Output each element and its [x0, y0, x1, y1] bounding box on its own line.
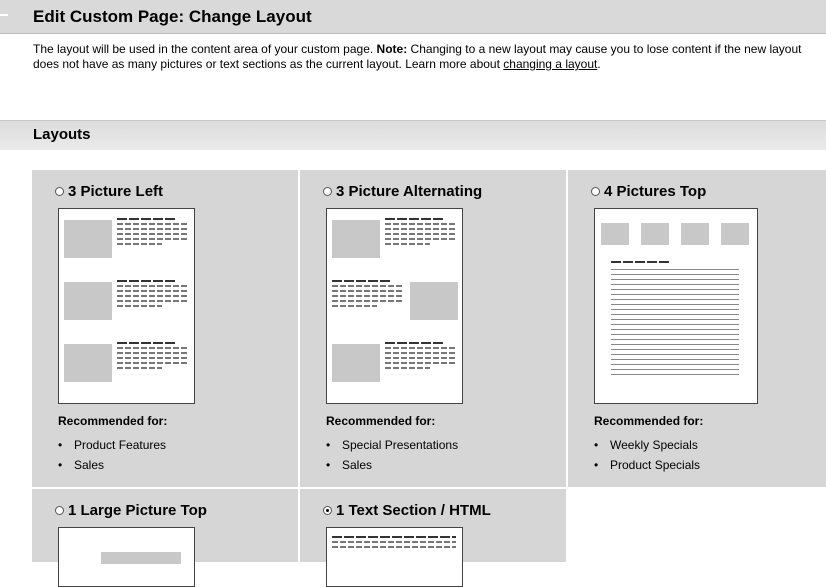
picture-placeholder — [641, 223, 669, 245]
picture-placeholder — [410, 282, 458, 320]
layout-card-3-picture-alternating[interactable]: 3 Picture Alternating Recommended for: S… — [300, 170, 566, 487]
picture-placeholder — [332, 344, 380, 382]
layout-option[interactable]: 1 Text Section / HTML — [323, 502, 491, 519]
radio-button[interactable] — [591, 187, 600, 196]
layout-option-label: 3 Picture Alternating — [336, 183, 483, 200]
radio-button[interactable] — [55, 506, 64, 515]
layout-option-label: 3 Picture Left — [68, 183, 164, 200]
intro-text-before: The layout will be used in the content a… — [33, 42, 377, 56]
radio-button[interactable] — [323, 187, 332, 196]
picture-placeholder — [101, 552, 181, 564]
changing-layout-link[interactable]: changing a layout — [503, 57, 597, 71]
text-placeholder — [611, 269, 739, 379]
layout-card-1-text-section-html[interactable]: 1 Text Section / HTML — [300, 489, 566, 587]
collapse-icon[interactable] — [0, 14, 8, 16]
text-placeholder — [332, 280, 404, 310]
radio-button[interactable] — [55, 187, 64, 196]
layouts-section-title: Layouts — [33, 126, 91, 143]
text-placeholder-heading — [611, 261, 671, 266]
text-placeholder — [117, 218, 189, 248]
recommended-list: Weekly Specials Product Specials — [594, 438, 700, 478]
picture-placeholder — [64, 344, 112, 382]
layouts-section-header: Layouts — [0, 120, 826, 150]
layout-option-label: 1 Text Section / HTML — [336, 502, 491, 519]
layout-thumbnail[interactable] — [58, 208, 195, 404]
recommended-label: Recommended for: — [594, 414, 704, 428]
layout-option[interactable]: 1 Large Picture Top — [55, 502, 207, 519]
text-placeholder — [117, 280, 189, 310]
list-item: Sales — [58, 458, 166, 478]
layout-thumbnail[interactable] — [326, 527, 463, 587]
layout-thumbnail[interactable] — [58, 527, 195, 587]
text-placeholder — [385, 218, 457, 248]
picture-placeholder — [64, 282, 112, 320]
recommended-label: Recommended for: — [58, 414, 168, 428]
recommended-label: Recommended for: — [326, 414, 436, 428]
layout-card-1-large-picture-top[interactable]: 1 Large Picture Top — [32, 489, 298, 587]
radio-button-selected[interactable] — [323, 506, 332, 515]
layout-card-4-pictures-top[interactable]: 4 Pictures Top Recommended for: Weekly S… — [568, 170, 826, 487]
intro-end: . — [597, 57, 601, 71]
list-item: Special Presentations — [326, 438, 458, 458]
layout-option-label: 4 Pictures Top — [604, 183, 707, 200]
layout-thumbnail[interactable] — [326, 208, 463, 404]
layout-option[interactable]: 3 Picture Alternating — [323, 183, 482, 200]
text-placeholder — [117, 342, 189, 372]
picture-placeholder — [332, 220, 380, 258]
layout-option[interactable]: 3 Picture Left — [55, 183, 163, 200]
picture-placeholder — [681, 223, 709, 245]
list-item: Product Features — [58, 438, 166, 458]
layout-thumbnail[interactable] — [594, 208, 758, 404]
recommended-list: Special Presentations Sales — [326, 438, 458, 478]
text-placeholder — [332, 536, 456, 551]
layout-card-3-picture-left[interactable]: 3 Picture Left Recommended for: Product … — [32, 170, 298, 487]
recommended-list: Product Features Sales — [58, 438, 166, 478]
page-title: Edit Custom Page: Change Layout — [33, 7, 312, 26]
picture-placeholder — [64, 220, 112, 258]
layout-option-label: 1 Large Picture Top — [68, 502, 207, 519]
list-item: Sales — [326, 458, 458, 478]
layout-option[interactable]: 4 Pictures Top — [591, 183, 706, 200]
text-placeholder — [385, 342, 457, 372]
picture-placeholder — [601, 223, 629, 245]
page-header: Edit Custom Page: Change Layout — [0, 0, 826, 34]
note-label: Note: — [376, 42, 408, 56]
picture-placeholder — [721, 223, 749, 245]
intro-text: The layout will be used in the content a… — [33, 42, 818, 72]
list-item: Product Specials — [594, 458, 700, 478]
list-item: Weekly Specials — [594, 438, 700, 458]
